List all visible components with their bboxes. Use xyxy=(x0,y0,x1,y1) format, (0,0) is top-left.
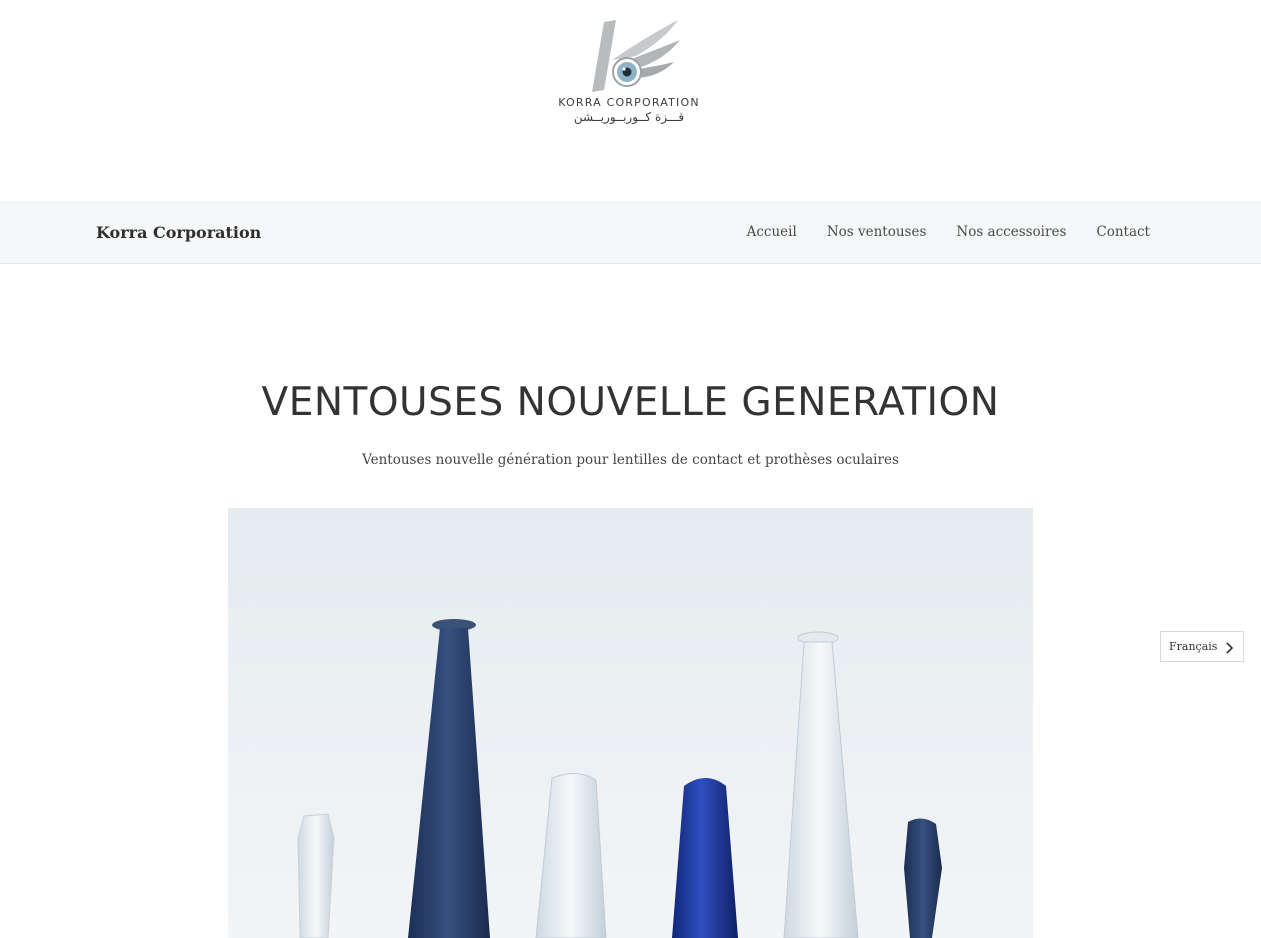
chevron-right-icon xyxy=(1225,640,1235,659)
nav-menu: Accueil Nos ventouses Nos accessoires Co… xyxy=(747,224,1150,240)
nav-link-nos-accessoires[interactable]: Nos accessoires xyxy=(956,224,1066,240)
nav-link-accueil[interactable]: Accueil xyxy=(747,224,797,240)
logo-header: KORRA CORPORATION قـــزة كــوربــوريــشن xyxy=(0,0,1261,202)
language-selector[interactable]: Français xyxy=(1160,631,1244,662)
wing-eye-icon xyxy=(592,20,680,92)
page-subtitle: Ventouses nouvelle génération pour lenti… xyxy=(362,452,899,468)
nav-link-nos-ventouses[interactable]: Nos ventouses xyxy=(827,224,927,240)
company-logo[interactable]: KORRA CORPORATION قـــزة كــوربــوريــشن xyxy=(552,16,706,128)
navbar: Korra Corporation Accueil Nos ventouses … xyxy=(0,202,1261,264)
product-small-white xyxy=(297,813,335,938)
brand-name[interactable]: Korra Corporation xyxy=(96,223,261,242)
hero-product-image xyxy=(228,508,1033,938)
logo-latin-text: KORRA CORPORATION xyxy=(558,96,700,109)
logo-arabic-text: قـــزة كــوربــوريــشن xyxy=(573,110,685,124)
page-title: VENTOUSES NOUVELLE GENERATION xyxy=(261,380,1000,425)
language-label: Français xyxy=(1169,640,1218,653)
nav-link-contact[interactable]: Contact xyxy=(1096,224,1150,240)
